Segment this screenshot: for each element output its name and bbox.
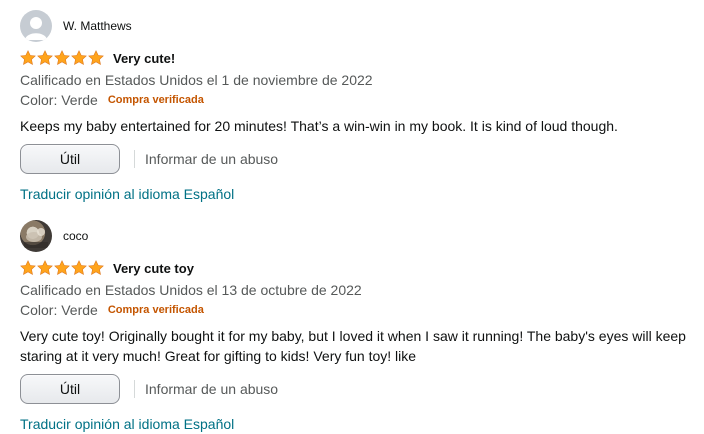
star-icon bbox=[71, 260, 87, 275]
review-date: Calificado en Estados Unidos el 13 de oc… bbox=[20, 282, 362, 298]
reviewer-profile[interactable]: W. Matthews bbox=[20, 10, 690, 42]
product-variant: Color: Verde bbox=[20, 302, 98, 318]
divider bbox=[134, 380, 135, 398]
default-avatar-icon bbox=[20, 10, 52, 42]
helpful-button[interactable]: Útil bbox=[20, 144, 120, 174]
reviewer-name: coco bbox=[63, 229, 89, 243]
star-icon bbox=[37, 50, 53, 65]
report-abuse-link[interactable]: Informar de un abuso bbox=[145, 381, 278, 397]
review-body: Very cute toy! Originally bought it for … bbox=[20, 328, 686, 364]
review-title[interactable]: Very cute! bbox=[113, 51, 175, 66]
star-icon bbox=[20, 260, 36, 275]
star-icon bbox=[37, 260, 53, 275]
divider bbox=[134, 150, 135, 168]
review-card: coco Very cute toy Calificado en Estados… bbox=[20, 220, 690, 434]
review-title[interactable]: Very cute toy bbox=[113, 261, 194, 276]
helpful-button[interactable]: Útil bbox=[20, 374, 120, 404]
review-card: W. Matthews Very cute! Calificado en Est… bbox=[20, 10, 690, 204]
reviewer-profile[interactable]: coco bbox=[20, 220, 690, 252]
report-abuse-link[interactable]: Informar de un abuso bbox=[145, 151, 278, 167]
review-date: Calificado en Estados Unidos el 1 de nov… bbox=[20, 72, 373, 88]
star-rating[interactable] bbox=[20, 50, 104, 66]
review-body: Keeps my baby entertained for 20 minutes… bbox=[20, 118, 618, 134]
verified-purchase-badge: Compra verificada bbox=[107, 94, 204, 106]
reviewer-name: W. Matthews bbox=[63, 19, 132, 33]
translate-review-link[interactable]: Traducir opinión al idioma Español bbox=[20, 184, 690, 204]
star-icon bbox=[88, 260, 104, 275]
star-rating[interactable] bbox=[20, 260, 104, 276]
star-icon bbox=[54, 260, 70, 275]
translate-review-link[interactable]: Traducir opinión al idioma Español bbox=[20, 414, 690, 434]
verified-purchase-badge: Compra verificada bbox=[107, 304, 204, 316]
profile-photo-avatar bbox=[20, 220, 52, 252]
star-icon bbox=[88, 50, 104, 65]
star-icon bbox=[71, 50, 87, 65]
product-variant: Color: Verde bbox=[20, 92, 98, 108]
star-icon bbox=[20, 50, 36, 65]
star-icon bbox=[54, 50, 70, 65]
